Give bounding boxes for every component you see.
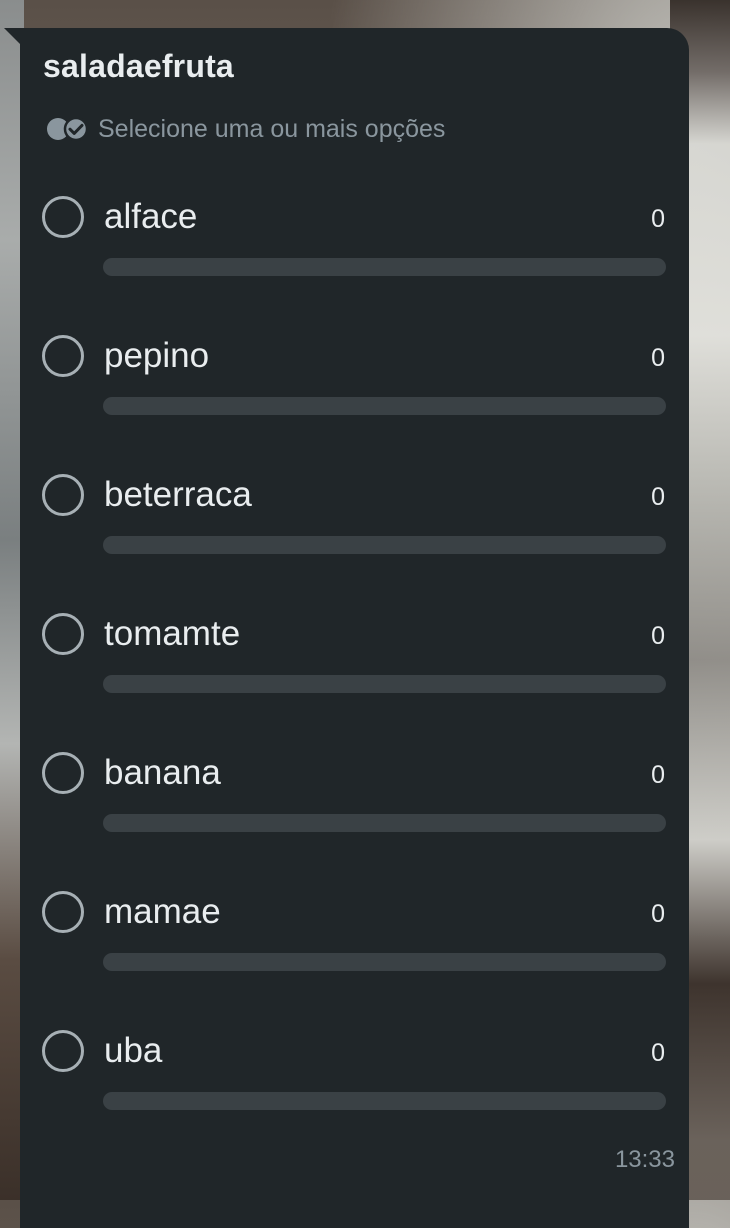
poll-option-progress-bar (103, 536, 666, 554)
poll-option-label: pepino (104, 336, 210, 375)
poll-option-progress-bar (103, 675, 666, 693)
poll-option-vote-count: 0 (651, 205, 665, 233)
poll-option-progress-bar (103, 397, 666, 415)
radio-unchecked-icon[interactable] (42, 474, 84, 516)
poll-option-vote-count: 0 (651, 622, 665, 650)
poll-option-label: uba (104, 1031, 163, 1070)
poll-option-progress-bar (103, 1092, 666, 1110)
poll-instruction: Selecione uma ou mais opções (46, 112, 445, 146)
radio-unchecked-icon[interactable] (42, 613, 84, 655)
poll-option-label: banana (104, 753, 221, 792)
radio-unchecked-icon[interactable] (42, 1030, 84, 1072)
radio-unchecked-icon[interactable] (42, 196, 84, 238)
poll-option-label: beterraca (104, 475, 252, 514)
poll-option-banana[interactable]: banana 0 (20, 748, 689, 887)
poll-option-progress-bar (103, 258, 666, 276)
poll-option-vote-count: 0 (651, 900, 665, 928)
poll-option-alface[interactable]: alface 0 (20, 192, 689, 331)
poll-option-label: mamae (104, 892, 221, 931)
poll-option-vote-count: 0 (651, 1039, 665, 1067)
poll-option-mamae[interactable]: mamae 0 (20, 887, 689, 1026)
poll-option-tomamte[interactable]: tomamte 0 (20, 609, 689, 748)
poll-option-pepino[interactable]: pepino 0 (20, 331, 689, 470)
poll-option-progress-bar (103, 953, 666, 971)
radio-unchecked-icon[interactable] (42, 891, 84, 933)
radio-unchecked-icon[interactable] (42, 335, 84, 377)
poll-option-vote-count: 0 (651, 344, 665, 372)
double-check-circle-icon (47, 116, 89, 142)
poll-option-uba[interactable]: uba 0 (20, 1026, 689, 1165)
poll-options-list: alface 0 pepino 0 beterraca 0 tomamte 0 … (20, 192, 689, 1165)
poll-option-progress-bar (103, 814, 666, 832)
poll-instruction-text: Selecione uma ou mais opções (98, 114, 446, 143)
message-timestamp: 13:33 (614, 1146, 675, 1173)
poll-option-label: alface (104, 197, 198, 236)
poll-message-bubble: saladaefruta Selecione uma ou mais opçõe… (20, 28, 689, 1228)
poll-option-vote-count: 0 (651, 483, 665, 511)
poll-option-vote-count: 0 (651, 761, 665, 789)
poll-title: saladaefruta (43, 48, 234, 84)
radio-unchecked-icon[interactable] (42, 752, 84, 794)
poll-option-beterraca[interactable]: beterraca 0 (20, 470, 689, 609)
poll-option-label: tomamte (104, 614, 241, 653)
